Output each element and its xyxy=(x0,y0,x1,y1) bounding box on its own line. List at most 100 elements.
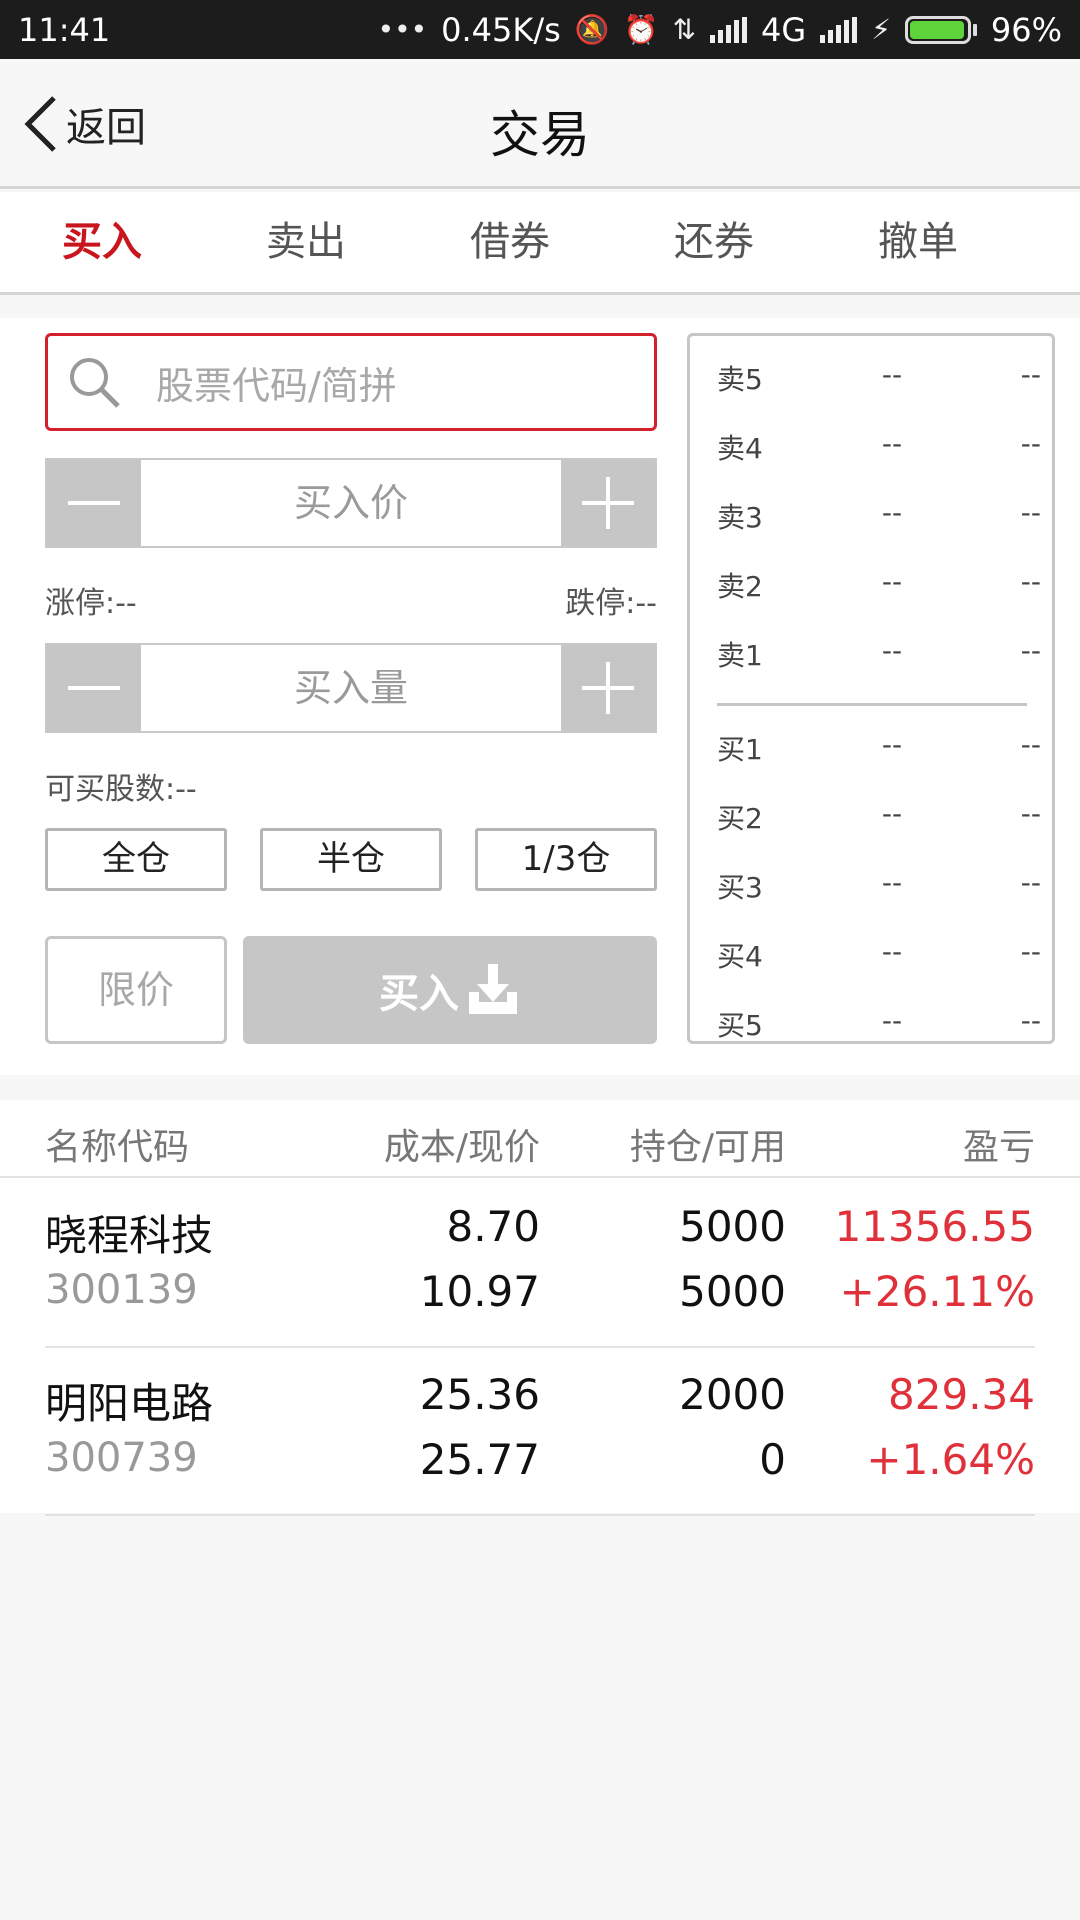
bid-level: 买2 xyxy=(717,802,763,835)
battery-icon xyxy=(904,15,977,44)
network-speed: 0.45K/s xyxy=(441,10,561,49)
bid-price: -- xyxy=(881,866,903,899)
more-dots-icon: ••• xyxy=(377,13,428,46)
status-indicators: ••• 0.45K/s 🔕 ⏰ ⇅ 4G ⚡ 96% xyxy=(378,11,1062,49)
ask-level: 卖5 xyxy=(717,363,763,396)
battery-fill xyxy=(909,20,964,39)
ask-volume: -- xyxy=(1020,358,1041,391)
price-limits: 涨停:-- 跌停:-- xyxy=(45,578,657,622)
profit-loss-percent: +1.64% xyxy=(866,1435,1035,1484)
data-transfer-icon: ⇅ xyxy=(672,13,697,46)
ask-level: 卖4 xyxy=(717,432,763,465)
tab-sell[interactable]: 卖出 xyxy=(204,192,408,292)
ask-level: 卖1 xyxy=(717,639,763,672)
bid-level: 买4 xyxy=(717,940,763,973)
bid-volume: -- xyxy=(1020,1004,1041,1037)
table-row[interactable]: 晓程科技 300139 8.70 10.97 5000 5000 11356.5… xyxy=(0,1180,1080,1348)
ask-volume: -- xyxy=(1020,427,1041,460)
ask-price: -- xyxy=(881,496,903,529)
search-icon xyxy=(70,358,120,408)
ask-level: 卖2 xyxy=(717,570,763,603)
header-cost-price: 成本/现价 xyxy=(383,1127,540,1168)
bid-row-1: 买1 -- -- xyxy=(717,728,1041,768)
buy-submit-button[interactable]: 买入 xyxy=(243,936,657,1044)
tab-return[interactable]: 还券 xyxy=(612,192,816,292)
bid-volume: -- xyxy=(1020,935,1041,968)
plus-icon xyxy=(582,477,634,529)
limit-down: 跌停:-- xyxy=(565,586,657,621)
ask-price: -- xyxy=(881,634,903,667)
price-stepper: 买入价 xyxy=(45,458,657,548)
ask-level: 卖3 xyxy=(717,501,763,534)
charging-icon: ⚡ xyxy=(871,13,891,46)
half-position-button[interactable]: 半仓 xyxy=(260,828,442,891)
bid-level: 买1 xyxy=(717,733,763,766)
positions-header: 名称代码 成本/现价 持仓/可用 盈亏 xyxy=(0,1100,1080,1178)
stock-code: 300139 xyxy=(45,1267,198,1313)
quantity-increase-button[interactable] xyxy=(561,645,655,731)
signal-icon xyxy=(710,16,748,43)
order-type-button[interactable]: 限价 xyxy=(45,936,227,1044)
stock-name: 晓程科技 xyxy=(45,1211,214,1260)
bid-row-5: 买5 -- -- xyxy=(717,1004,1041,1044)
quantity-input[interactable]: 买入量 xyxy=(141,645,561,731)
ask-row-2: 卖2 -- -- xyxy=(717,565,1041,605)
network-type: 4G xyxy=(761,10,807,49)
ask-row-1: 卖1 -- -- xyxy=(717,634,1041,674)
bid-price: -- xyxy=(881,1004,903,1037)
row-divider xyxy=(45,1514,1035,1516)
profit-loss: 829.34 xyxy=(888,1370,1035,1419)
buy-submit-label: 买入 xyxy=(379,971,459,1017)
order-book-divider xyxy=(717,703,1027,706)
bid-row-4: 买4 -- -- xyxy=(717,935,1041,975)
tab-cancel-order[interactable]: 撤单 xyxy=(816,192,1020,292)
third-position-button[interactable]: 1/3仓 xyxy=(475,828,657,891)
current-price: 25.77 xyxy=(419,1435,540,1484)
bid-price: -- xyxy=(881,797,903,830)
limit-up: 涨停:-- xyxy=(45,586,137,621)
plus-icon xyxy=(582,662,634,714)
ask-volume: -- xyxy=(1020,634,1041,667)
quantity-stepper: 买入量 xyxy=(45,643,657,733)
price-decrease-button[interactable] xyxy=(47,460,141,546)
ask-row-3: 卖3 -- -- xyxy=(717,496,1041,536)
ask-volume: -- xyxy=(1020,496,1041,529)
table-row[interactable]: 明阳电路 300739 25.36 25.77 2000 0 829.34 +1… xyxy=(0,1348,1080,1516)
profit-loss: 11356.55 xyxy=(834,1202,1035,1251)
available-qty: 5000 xyxy=(679,1267,786,1316)
header-holding-available: 持仓/可用 xyxy=(629,1127,786,1168)
tab-buy[interactable]: 买入 xyxy=(0,192,204,292)
bid-volume: -- xyxy=(1020,797,1041,830)
page-title: 交易 xyxy=(490,106,590,164)
stock-code: 300739 xyxy=(45,1435,198,1481)
buyable-shares: 可买股数:-- xyxy=(45,772,197,807)
tab-borrow[interactable]: 借券 xyxy=(408,192,612,292)
stock-name: 明阳电路 xyxy=(45,1379,214,1428)
cost-price: 8.70 xyxy=(446,1202,540,1251)
header-name-code: 名称代码 xyxy=(45,1127,190,1168)
ask-price: -- xyxy=(881,565,903,598)
holding-qty: 2000 xyxy=(679,1370,786,1419)
full-position-button[interactable]: 全仓 xyxy=(45,828,227,891)
header-profit-loss: 盈亏 xyxy=(962,1127,1035,1168)
status-bar: 11:41 ••• 0.45K/s 🔕 ⏰ ⇅ 4G ⚡ 96% xyxy=(0,0,1080,59)
bid-level: 买5 xyxy=(717,1009,763,1042)
profit-loss-percent: +26.11% xyxy=(839,1267,1035,1316)
price-increase-button[interactable] xyxy=(561,460,655,546)
quantity-decrease-button[interactable] xyxy=(47,645,141,731)
current-price: 10.97 xyxy=(419,1267,540,1316)
available-qty: 0 xyxy=(759,1435,786,1484)
positions-table: 名称代码 成本/现价 持仓/可用 盈亏 晓程科技 300139 8.70 10.… xyxy=(0,1100,1080,1516)
order-book: 卖5 -- -- 卖4 -- -- 卖3 -- -- 卖2 -- -- 卖1 -- -- 买1 -- -… xyxy=(687,333,1055,1044)
bid-volume: -- xyxy=(1020,728,1041,761)
stock-search-input[interactable]: 股票代码/简拼 xyxy=(45,333,657,431)
bid-row-3: 买3 -- -- xyxy=(717,866,1041,906)
minus-icon xyxy=(68,501,120,505)
minus-icon xyxy=(68,686,120,690)
bid-price: -- xyxy=(881,728,903,761)
bid-level: 买3 xyxy=(717,871,763,904)
bid-price: -- xyxy=(881,935,903,968)
price-input[interactable]: 买入价 xyxy=(141,460,561,546)
bid-volume: -- xyxy=(1020,866,1041,899)
nav-bar: 返回 交易 xyxy=(0,59,1080,189)
